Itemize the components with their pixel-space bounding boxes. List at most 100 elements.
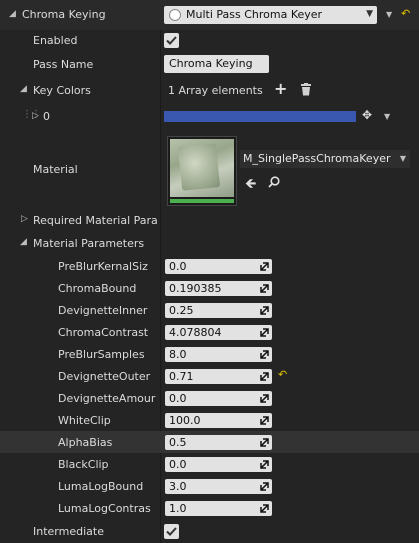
pass-name-row: Pass Name Chroma Keying: [0, 53, 419, 75]
enabled-checkbox[interactable]: [164, 33, 179, 48]
drag-value-icon[interactable]: [260, 416, 269, 425]
pass-name-field[interactable]: Chroma Keying: [164, 55, 269, 73]
collapse-arrow-icon[interactable]: ◢: [9, 9, 16, 19]
chroma-keying-label: Chroma Keying: [22, 8, 106, 21]
material-label: Material: [33, 163, 78, 176]
drag-value-icon[interactable]: [260, 284, 269, 293]
check-icon: [166, 527, 177, 536]
param-value: 4.078804: [169, 326, 222, 339]
enabled-row: Enabled: [0, 30, 419, 52]
drag-value-icon[interactable]: [260, 306, 269, 315]
param-name: ChromaBound: [58, 282, 137, 295]
param-value-field[interactable]: 100.0: [165, 413, 272, 428]
param-value: 100.0: [169, 414, 201, 427]
param-name: ChromaContrast: [58, 326, 149, 339]
material-preview-image: [170, 139, 234, 197]
drag-value-icon[interactable]: [260, 328, 269, 337]
param-row: LumaLogBound 3.0: [0, 475, 419, 497]
drag-value-icon[interactable]: [260, 262, 269, 271]
param-value-field[interactable]: 0.0: [165, 457, 272, 472]
key-colors-row: ◢ Key Colors 1 Array elements +: [0, 78, 419, 102]
param-value: 1.0: [169, 502, 187, 515]
key-color-element-row: ⋮⋮ ▷ 0 ✥ ▼: [0, 106, 419, 128]
required-params-expand-arrow-icon[interactable]: ▷: [21, 214, 28, 224]
param-name: WhiteClip: [58, 414, 111, 427]
param-value-field[interactable]: 0.5: [165, 435, 272, 450]
drag-value-icon[interactable]: [260, 438, 269, 447]
param-value-field[interactable]: 8.0: [165, 347, 272, 362]
param-row: LumaLogContras 1.0: [0, 497, 419, 519]
param-value-field[interactable]: 0.25: [165, 303, 272, 318]
options-chevron-down-icon[interactable]: ▼: [386, 10, 392, 19]
element-options-chevron-icon[interactable]: ▼: [384, 112, 390, 121]
param-value-field[interactable]: 0.190385: [165, 281, 272, 296]
param-value: 0.71: [169, 370, 194, 383]
pass-name-value: Chroma Keying: [169, 57, 253, 70]
pass-name-label: Pass Name: [33, 58, 94, 71]
param-name: PreBlurKernalSiz: [58, 260, 148, 273]
material-thumbnail[interactable]: [167, 136, 237, 206]
param-name: DevignetteOuter: [58, 370, 151, 383]
param-name: DevignetteInner: [58, 304, 148, 317]
param-name: LumaLogContras: [58, 502, 151, 515]
material-row: Material M_SinglePassChromaKeyer ▼ 🡸: [0, 132, 419, 208]
param-name: DevignetteAmour: [58, 392, 156, 405]
param-name: BlackClip: [58, 458, 109, 471]
param-row: ChromaBound 0.190385: [0, 277, 419, 299]
param-row: PreBlurKernalSiz 0.0: [0, 255, 419, 277]
material-asset-name: M_SinglePassChromaKeyer: [243, 152, 391, 165]
material-thumbnail-bar: [170, 199, 234, 203]
drag-value-icon[interactable]: [260, 482, 269, 491]
key-color-swatch[interactable]: [164, 111, 356, 122]
reset-to-default-icon[interactable]: ↶: [278, 368, 287, 381]
param-value: 8.0: [169, 348, 187, 361]
param-value-field[interactable]: 0.0: [165, 259, 272, 274]
add-element-icon[interactable]: +: [274, 79, 287, 98]
drag-value-icon[interactable]: [260, 372, 269, 381]
param-name: PreBlurSamples: [58, 348, 145, 361]
chevron-down-icon: ▼: [366, 9, 373, 19]
material-chevron-down-icon: ▼: [399, 154, 406, 163]
param-value: 0.190385: [169, 282, 222, 295]
param-row: DevignetteInner 0.25: [0, 299, 419, 321]
param-row: WhiteClip 100.0: [0, 409, 419, 431]
param-value-field[interactable]: 3.0: [165, 479, 272, 494]
material-params-label: Material Parameters: [33, 237, 145, 250]
keyer-type-radio-icon: [169, 9, 181, 21]
required-params-row: ▷ Required Material Param: [0, 210, 419, 232]
intermediate-checkbox[interactable]: [164, 524, 179, 539]
keyer-type-value: Multi Pass Chroma Keyer: [186, 8, 323, 21]
param-value-field[interactable]: 0.71: [165, 369, 272, 384]
param-row-highlighted: AlphaBias 0.5: [0, 431, 419, 453]
param-row: BlackClip 0.0: [0, 453, 419, 475]
param-value: 0.5: [169, 436, 187, 449]
param-value: 0.25: [169, 304, 194, 317]
drag-value-icon[interactable]: [260, 460, 269, 469]
key-colors-label: Key Colors: [33, 84, 91, 97]
browse-search-icon[interactable]: [268, 176, 280, 188]
param-value-field[interactable]: 4.078804: [165, 325, 272, 340]
material-params-row: ◢ Material Parameters: [0, 232, 419, 254]
array-count-text: 1 Array elements: [168, 84, 263, 97]
param-row: PreBlurSamples 8.0: [0, 343, 419, 365]
material-params-collapse-arrow-icon[interactable]: ◢: [20, 237, 27, 247]
param-value-field[interactable]: 0.0: [165, 391, 272, 406]
enabled-label: Enabled: [33, 34, 78, 47]
chroma-keying-row: ◢ Chroma Keying Multi Pass Chroma Keyer …: [0, 0, 419, 30]
eyedropper-icon[interactable]: ✥: [362, 108, 372, 122]
param-value: 0.0: [169, 458, 187, 471]
drag-value-icon[interactable]: [260, 350, 269, 359]
trash-icon[interactable]: [300, 83, 312, 96]
element-expand-arrow-icon[interactable]: ▷: [32, 111, 39, 121]
param-value: 3.0: [169, 480, 187, 493]
keyer-type-dropdown[interactable]: Multi Pass Chroma Keyer ▼: [164, 6, 377, 24]
reset-to-default-icon[interactable]: ↶: [401, 7, 410, 20]
drag-value-icon[interactable]: [260, 504, 269, 513]
key-colors-collapse-arrow-icon[interactable]: ◢: [20, 84, 27, 94]
param-value-field[interactable]: 1.0: [165, 501, 272, 516]
intermediate-row: Intermediate: [0, 520, 419, 543]
material-asset-dropdown[interactable]: M_SinglePassChromaKeyer ▼: [240, 150, 410, 168]
drag-value-icon[interactable]: [260, 394, 269, 403]
use-selected-arrow-icon[interactable]: 🡸: [245, 173, 256, 197]
required-params-label: Required Material Param: [33, 214, 158, 227]
